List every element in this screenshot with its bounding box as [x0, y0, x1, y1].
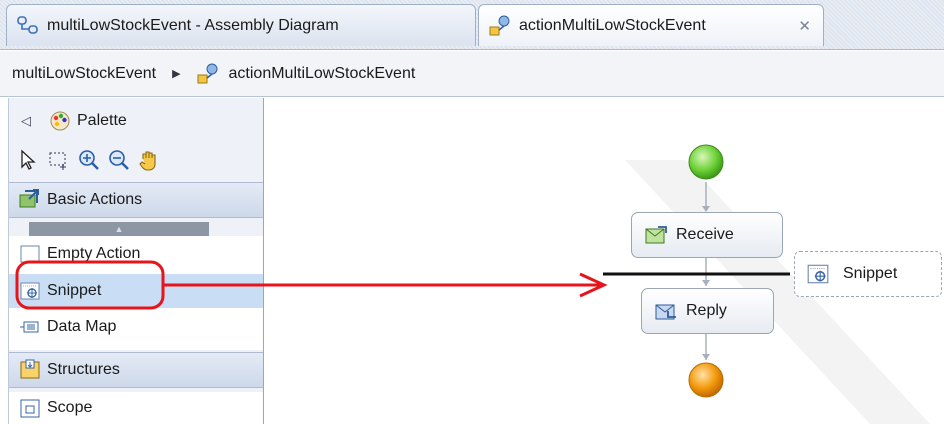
palette-toolbar: [9, 140, 263, 180]
snippet-icon: [19, 280, 41, 302]
chevron-up-icon: ▲: [114, 224, 124, 234]
structures-icon: [20, 359, 40, 379]
zoom-out-icon[interactable]: [107, 148, 131, 172]
snippet-icon: [807, 264, 829, 284]
tab-assembly-diagram[interactable]: multiLowStockEvent - Assembly Diagram: [6, 4, 476, 46]
tab-label: actionMultiLowStockEvent: [519, 16, 706, 34]
empty-action-icon: [19, 243, 41, 265]
select-arrow-icon[interactable]: [17, 148, 41, 172]
palette-header: ◁ Palette: [9, 104, 263, 138]
drawer-label: Structures: [47, 361, 120, 378]
receive-node[interactable]: Receive: [631, 212, 783, 258]
basic-actions-icon: [19, 189, 39, 208]
palette-title: Palette: [77, 112, 127, 129]
palette-item-scope[interactable]: Scope: [9, 392, 263, 424]
zoom-in-icon[interactable]: [77, 148, 101, 172]
tab-label: multiLowStockEvent - Assembly Diagram: [47, 16, 339, 34]
scope-icon: [19, 397, 41, 419]
palette-scroll-up[interactable]: ▲: [29, 222, 209, 236]
editor-tab-bar: multiLowStockEvent - Assembly Diagram ac…: [0, 0, 944, 50]
palette-item-label: Data Map: [47, 318, 117, 335]
receive-label: Receive: [676, 226, 734, 243]
palette-item-label: Snippet: [47, 282, 102, 299]
breadcrumb-separator-icon: ▶: [172, 68, 181, 80]
palette-item-empty-action[interactable]: Empty Action: [9, 237, 263, 271]
receive-icon: [645, 226, 667, 244]
breadcrumb: multiLowStockEvent ▶ actionMultiLowStock…: [0, 51, 944, 97]
process-icon: [195, 61, 221, 87]
palette-item-snippet[interactable]: Snippet: [9, 274, 263, 308]
breadcrumb-current[interactable]: actionMultiLowStockEvent: [229, 65, 416, 83]
tab-action-process[interactable]: actionMultiLowStockEvent ✕: [478, 4, 824, 46]
hand-icon[interactable]: [137, 148, 161, 172]
data-map-icon: [19, 316, 41, 338]
diagram-canvas[interactable]: Receive Reply Snippet: [265, 98, 944, 424]
dragged-snippet-label: Snippet: [843, 265, 898, 282]
collapse-palette-icon[interactable]: ◁: [21, 113, 31, 129]
breadcrumb-root[interactable]: multiLowStockEvent: [12, 65, 156, 83]
reply-icon: [655, 304, 676, 320]
reply-node[interactable]: Reply: [641, 288, 774, 334]
palette-item-data-map[interactable]: Data Map: [9, 310, 263, 344]
reply-label: Reply: [686, 302, 727, 319]
start-node-icon[interactable]: [687, 142, 725, 182]
drawer-basic-actions[interactable]: Basic Actions: [9, 182, 263, 218]
drawer-structures[interactable]: Structures: [9, 352, 263, 388]
assembly-diagram-icon: [15, 13, 41, 39]
drawer-label: Basic Actions: [47, 191, 143, 208]
palette-item-label: Scope: [47, 399, 93, 416]
process-icon: [487, 13, 513, 39]
palette-icon: [50, 111, 70, 131]
dragged-snippet-node[interactable]: Snippet: [794, 251, 942, 297]
palette-item-label: Empty Action: [47, 245, 141, 262]
close-icon[interactable]: ✕: [798, 17, 811, 35]
palette-panel: ◁ Palette Basic Actions ▲ Empty Action S…: [8, 98, 264, 424]
marquee-select-icon[interactable]: [47, 148, 71, 172]
end-node-icon[interactable]: [687, 360, 725, 400]
